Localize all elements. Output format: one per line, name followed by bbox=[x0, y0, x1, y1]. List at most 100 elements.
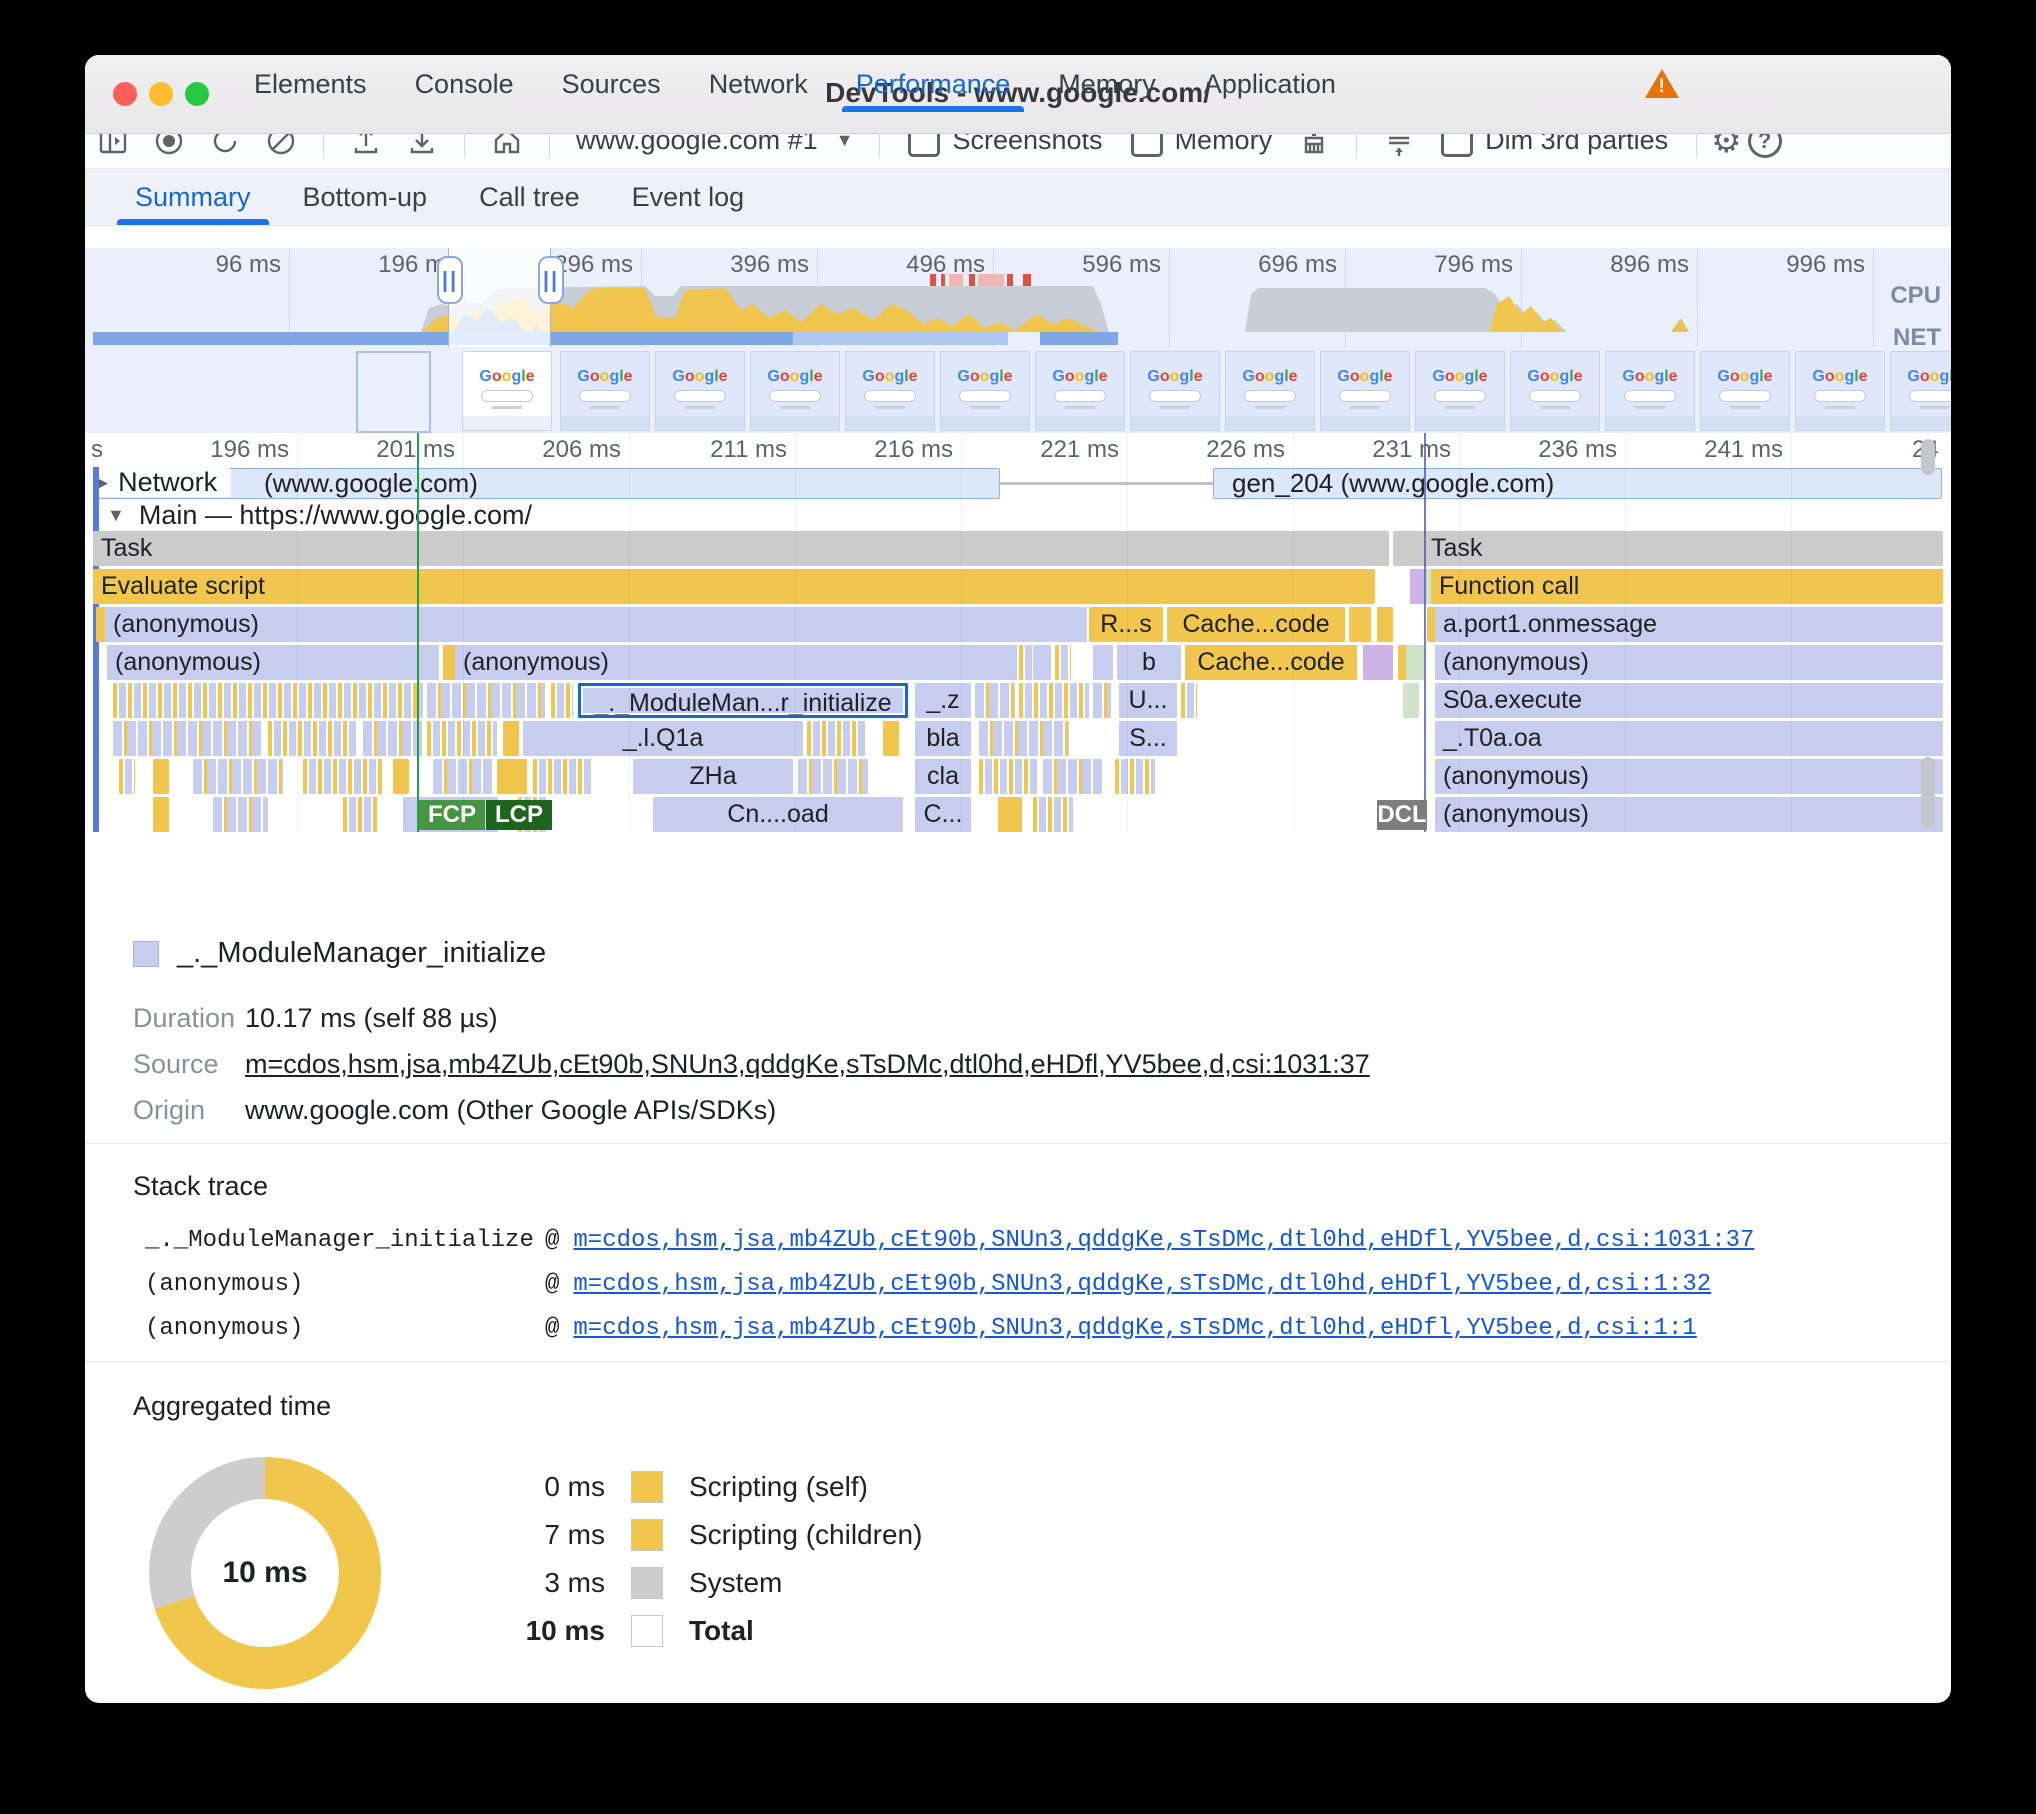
tab-event-log[interactable]: Event log bbox=[606, 170, 771, 225]
screenshot-thumbnail[interactable]: Google bbox=[1890, 351, 1951, 431]
flame-event[interactable]: bla bbox=[915, 721, 971, 756]
flame-event-fragment[interactable] bbox=[807, 721, 867, 756]
flame-event-fragment[interactable] bbox=[975, 683, 1015, 718]
lcp-marker-badge[interactable]: LCP bbox=[486, 800, 552, 830]
flame-event-fragment[interactable] bbox=[427, 721, 497, 756]
screenshot-thumbnail[interactable]: Google bbox=[1035, 351, 1125, 431]
source-link[interactable]: m=cdos,hsm,jsa,mb4ZUb,cEt90b,SNUn3,qddgK… bbox=[245, 1049, 1370, 1080]
screenshot-thumbnail[interactable]: Google bbox=[940, 351, 1030, 431]
flame-event-fragment[interactable] bbox=[998, 797, 1022, 832]
vertical-scrollbar[interactable] bbox=[1921, 439, 1935, 475]
flame-event-fragment[interactable] bbox=[551, 683, 573, 718]
flame-event-fragment[interactable] bbox=[1115, 759, 1155, 794]
flame-event-fragment[interactable] bbox=[153, 797, 169, 832]
tab-call-tree[interactable]: Call tree bbox=[453, 170, 606, 225]
tab-application[interactable]: Application bbox=[1180, 56, 1360, 112]
flame-event[interactable]: Cache...code bbox=[1185, 645, 1357, 680]
flame-event-fragment[interactable] bbox=[798, 759, 868, 794]
flame-event-fragment[interactable] bbox=[427, 683, 545, 718]
flame-event-fragment[interactable] bbox=[213, 797, 268, 832]
stack-frame-source-link[interactable]: m=cdos,hsm,jsa,mb4ZUb,cEt90b,SNUn3,qddgK… bbox=[573, 1227, 1754, 1254]
timeline-overview[interactable]: 96 ms196 ms296 ms396 ms496 ms596 ms696 m… bbox=[85, 248, 1951, 347]
tab-sources[interactable]: Sources bbox=[538, 56, 685, 112]
flame-event-fragment[interactable] bbox=[1407, 531, 1423, 566]
tab-bottom-up[interactable]: Bottom-up bbox=[277, 170, 454, 225]
flame-event[interactable]: Cn....oad bbox=[653, 797, 903, 832]
flame-event[interactable]: a.port1.onmessage bbox=[1435, 607, 1943, 642]
flame-event-fragment[interactable] bbox=[533, 759, 593, 794]
flame-event[interactable]: Evaluate script bbox=[93, 569, 1375, 604]
screenshot-thumbnail[interactable]: Google bbox=[462, 351, 552, 431]
flame-event[interactable]: Task bbox=[1423, 531, 1943, 566]
fcp-marker-badge[interactable]: FCP bbox=[419, 800, 485, 830]
flame-event[interactable]: C... bbox=[915, 797, 971, 832]
flame-event-fragment[interactable] bbox=[1181, 683, 1197, 718]
flame-event[interactable]: _.z bbox=[915, 683, 971, 718]
flame-event-fragment[interactable] bbox=[979, 721, 1069, 756]
tab-elements[interactable]: Elements bbox=[230, 56, 391, 112]
flame-event-fragment[interactable] bbox=[363, 721, 423, 756]
screenshot-thumbnail[interactable]: Google bbox=[750, 351, 840, 431]
flame-event[interactable]: (anonymous) bbox=[1435, 645, 1943, 680]
selection-left-handle[interactable]: || bbox=[437, 256, 463, 304]
tab-network[interactable]: Network bbox=[685, 56, 832, 112]
flame-event-fragment[interactable] bbox=[1406, 645, 1424, 680]
screenshot-thumbnail[interactable]: Google bbox=[845, 351, 935, 431]
flame-event-fragment[interactable] bbox=[113, 683, 423, 718]
flame-event-fragment[interactable] bbox=[497, 759, 527, 794]
flame-event-fragment[interactable] bbox=[1033, 797, 1073, 832]
flame-event-fragment[interactable] bbox=[1363, 645, 1393, 680]
flame-event[interactable]: Cache...code bbox=[1167, 607, 1345, 642]
flame-event-fragment[interactable] bbox=[119, 759, 135, 794]
flame-event-fragment[interactable] bbox=[1403, 683, 1419, 718]
flame-event-fragment[interactable] bbox=[268, 721, 358, 756]
screenshot-thumbnail[interactable]: Google bbox=[1415, 351, 1505, 431]
flame-event-fragment[interactable] bbox=[1019, 683, 1089, 718]
flame-event-fragment[interactable] bbox=[193, 759, 283, 794]
flame-event-fragment[interactable] bbox=[979, 759, 1039, 794]
flame-event-fragment[interactable] bbox=[883, 721, 899, 756]
flame-event-fragment[interactable] bbox=[153, 759, 169, 794]
network-track-header[interactable]: ▶ Network bbox=[85, 468, 231, 497]
screenshot-thumbnail[interactable]: Google bbox=[1225, 351, 1315, 431]
vertical-scrollbar[interactable] bbox=[1921, 757, 1935, 829]
flame-event-fragment[interactable] bbox=[1043, 759, 1103, 794]
network-request-bar[interactable]: gen_204 (www.google.com) bbox=[1213, 468, 1942, 499]
flame-event[interactable]: ZHa bbox=[633, 759, 793, 794]
tab-console[interactable]: Console bbox=[391, 56, 538, 112]
flame-event-fragment[interactable] bbox=[1093, 683, 1111, 718]
flame-event[interactable]: (anonymous) bbox=[1435, 759, 1943, 794]
stack-frame-source-link[interactable]: m=cdos,hsm,jsa,mb4ZUb,cEt90b,SNUn3,qddgK… bbox=[573, 1271, 1711, 1298]
flame-event[interactable]: Function call bbox=[1431, 569, 1943, 604]
flame-event-selected[interactable]: _._ModuleMan...r_initialize bbox=[578, 683, 908, 718]
tab-summary[interactable]: Summary bbox=[109, 170, 277, 225]
screenshot-thumbnail[interactable]: Google bbox=[655, 351, 745, 431]
tab-memory[interactable]: Memory bbox=[1034, 56, 1180, 112]
selection-right-handle[interactable]: || bbox=[538, 256, 564, 304]
flame-event[interactable]: R...s bbox=[1089, 607, 1163, 642]
flame-event-fragment[interactable] bbox=[1055, 645, 1071, 680]
flame-event-fragment[interactable] bbox=[343, 797, 379, 832]
stack-frame-source-link[interactable]: m=cdos,hsm,jsa,mb4ZUb,cEt90b,SNUn3,qddgK… bbox=[573, 1315, 1696, 1342]
flame-event-fragment[interactable] bbox=[303, 759, 383, 794]
flame-event[interactable]: (anonymous) bbox=[455, 645, 1017, 680]
dcl-marker-badge[interactable]: DCL bbox=[1377, 800, 1427, 830]
main-thread-track-header[interactable]: ▼ Main — https://www.google.com/ bbox=[85, 499, 1951, 531]
flame-event[interactable]: _.l.Q1a bbox=[523, 721, 803, 756]
flame-event[interactable]: _.T0a.oa bbox=[1435, 721, 1943, 756]
screenshot-thumbnail[interactable] bbox=[356, 351, 431, 433]
flame-event-fragment[interactable] bbox=[1349, 607, 1371, 642]
screenshot-thumbnail[interactable]: Google bbox=[1700, 351, 1790, 431]
screenshot-thumbnail[interactable]: Google bbox=[1320, 351, 1410, 431]
flame-event[interactable]: (anonymous) bbox=[107, 645, 439, 680]
flame-event-fragment[interactable] bbox=[113, 721, 263, 756]
flame-event[interactable]: S0a.execute bbox=[1435, 683, 1943, 718]
flame-event[interactable]: Task bbox=[93, 531, 1389, 566]
flame-event-fragment[interactable] bbox=[1377, 607, 1393, 642]
flame-event-fragment[interactable] bbox=[1093, 645, 1113, 680]
screenshot-thumbnail[interactable]: Google bbox=[1795, 351, 1885, 431]
flame-event-fragment[interactable] bbox=[393, 759, 409, 794]
screenshot-thumbnail[interactable]: Google bbox=[1130, 351, 1220, 431]
tab-performance[interactable]: Performance bbox=[832, 56, 1035, 112]
flame-event-fragment[interactable] bbox=[1033, 645, 1051, 680]
